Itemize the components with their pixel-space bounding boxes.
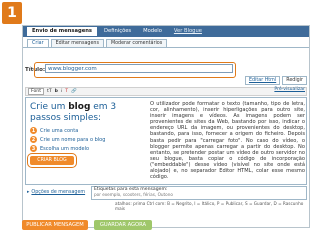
- keyboard-shortcuts-hint: atalhos: prima Ctrl com: B = Negrito, I …: [115, 201, 304, 211]
- font-size-button[interactable]: tT: [47, 89, 52, 94]
- labels-input[interactable]: Etiquetas para esta mensagem: por exempl…: [91, 186, 307, 200]
- blogger-editor-screenshot: Envio de mensagens Definições Modelo Ver…: [22, 25, 310, 228]
- promo-step: 3 Escolha um modelo: [30, 145, 90, 152]
- link-icon[interactable]: 🔗: [71, 89, 77, 94]
- step-number-badge: 1: [2, 2, 22, 24]
- tab-settings[interactable]: Definições: [99, 27, 136, 36]
- editor-mode-tabs: Editar Html Redigir: [244, 76, 307, 85]
- promo-step: 2 Crie um nome para o blog: [30, 136, 106, 143]
- blog-promo-image: Crie um blog em 3 passos simples: 1 Crie …: [27, 102, 146, 168]
- publish-post-button[interactable]: PUBLICAR MENSAGEM: [22, 220, 88, 230]
- promo-heading: Crie um blog em 3 passos simples:: [30, 102, 117, 123]
- formatting-toolbar: Font tT b i T 🔗: [25, 87, 307, 96]
- title-input[interactable]: www.blogger.com: [34, 62, 236, 78]
- view-blog-link[interactable]: Ver Blogue: [169, 27, 207, 36]
- preview-link[interactable]: Pré-visualizar: [274, 87, 305, 92]
- expand-arrow-icon: ▸: [27, 190, 30, 195]
- compose-tab[interactable]: Redigir: [282, 76, 307, 85]
- promo-step: 1 Crie uma conta: [30, 127, 79, 134]
- tab-layout[interactable]: Modelo: [138, 27, 167, 36]
- edit-html-tab[interactable]: Editar Html: [244, 76, 281, 85]
- save-now-button[interactable]: GUARDAR AGORA: [94, 220, 152, 230]
- post-options: ▸ Opções de mensagem Etiquetas para esta …: [25, 186, 307, 211]
- post-options-link[interactable]: ▸ Opções de mensagem: [27, 190, 85, 195]
- tab-posting[interactable]: Envio de mensagens: [27, 27, 98, 36]
- font-select[interactable]: Font: [28, 88, 45, 95]
- promo-steps: 1 Crie uma conta 2 Crie um nome para o blo…: [30, 127, 146, 152]
- text-color-button[interactable]: T: [65, 89, 68, 94]
- divider: [23, 47, 309, 48]
- post-body-editor[interactable]: Crie um blog em 3 passos simples: 1 Crie …: [25, 97, 307, 185]
- bold-button[interactable]: b: [55, 89, 58, 94]
- italic-button[interactable]: i: [61, 89, 62, 94]
- create-blog-button[interactable]: CRIAR BLOG: [27, 153, 77, 168]
- post-body-text: O utilizador pode formatar o texto (tama…: [150, 101, 305, 181]
- top-navigation: Envio de mensagens Definições Modelo Ver…: [23, 26, 309, 37]
- title-label: Título:: [25, 67, 46, 73]
